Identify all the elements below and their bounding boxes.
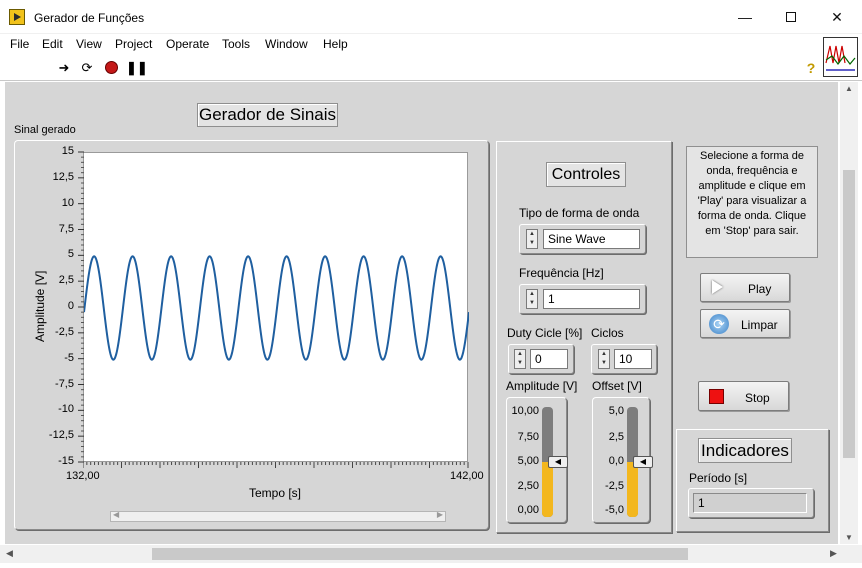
scroll-left-icon[interactable]: ◀: [113, 510, 119, 519]
offset-tick: -5,0: [605, 504, 624, 516]
duty-cycle-input[interactable]: 0: [530, 349, 568, 369]
clear-button-label: Limpar: [741, 318, 778, 332]
abort-icon[interactable]: [103, 60, 119, 76]
offset-tick: 2,5: [608, 431, 624, 443]
amplitude-tick: 10,00: [511, 405, 539, 417]
offset-tick: -2,5: [605, 480, 624, 492]
x-axis-label: Tempo [s]: [249, 486, 302, 500]
indicators-title: Indicadores: [698, 438, 792, 463]
duty-cycle-label: Duty Cicle [%]: [507, 326, 583, 340]
menu-operate[interactable]: Operate: [166, 37, 209, 51]
menu-file[interactable]: File: [10, 37, 29, 51]
scroll-right-icon[interactable]: ▶: [830, 548, 837, 559]
y-tick-label: -15: [58, 455, 74, 467]
y-tick-label: -5: [64, 351, 74, 364]
sine-trace: [83, 255, 470, 361]
period-label: Período [s]: [689, 471, 748, 485]
minimize-button[interactable]: —: [722, 0, 768, 34]
labview-app-icon: [9, 9, 25, 25]
close-button[interactable]: ✕: [814, 0, 860, 34]
waveform-spinner[interactable]: ▲ ▼: [526, 229, 538, 249]
offset-tick: 5,0: [608, 405, 624, 417]
help-icon[interactable]: ?: [803, 60, 819, 76]
refresh-icon: ⟳: [709, 314, 729, 334]
scroll-left-icon[interactable]: ◀: [6, 548, 13, 559]
y-tick-label: -12,5: [48, 429, 74, 442]
y-tick-label: -7,5: [55, 377, 74, 390]
amplitude-tick: 7,50: [517, 431, 539, 443]
cycles-input[interactable]: 10: [614, 349, 652, 369]
x-axis-ticks: [83, 462, 469, 468]
scroll-up-icon[interactable]: ▲: [845, 84, 853, 93]
offset-slider-handle[interactable]: ◀: [633, 456, 653, 468]
frequency-spinner[interactable]: ▲ ▼: [526, 289, 538, 309]
amplitude-label: Amplitude [V]: [506, 379, 578, 393]
vertical-scroll-thumb[interactable]: [843, 170, 855, 458]
y-tick-label: 10: [61, 196, 74, 209]
clear-button[interactable]: ⟳ Limpar: [700, 309, 790, 338]
menu-project[interactable]: Project: [115, 37, 152, 51]
y-tick-label: -10: [58, 403, 74, 416]
amplitude-tick: 5,00: [517, 455, 539, 467]
offset-label: Offset [V]: [592, 379, 642, 393]
vi-icon: [823, 37, 858, 77]
main-title: Gerador de Sinais: [197, 103, 338, 127]
close-icon: ✕: [831, 8, 843, 25]
amplitude-slider-handle[interactable]: ◀: [548, 456, 568, 468]
instructions-text: Selecione a forma de onda, frequência e …: [686, 146, 818, 258]
minimize-icon: —: [738, 9, 752, 25]
plot-svg: [83, 255, 470, 361]
amplitude-tick: 2,50: [517, 480, 539, 492]
maximize-button[interactable]: [768, 0, 814, 34]
menu-window[interactable]: Window: [265, 37, 308, 51]
offset-tick: 0,0: [608, 455, 624, 467]
pause-icon[interactable]: ❚❚: [126, 60, 148, 76]
amplitude-tick: 0,00: [517, 504, 539, 516]
period-value: 1: [693, 493, 807, 513]
stop-button[interactable]: Stop: [698, 381, 789, 411]
y-axis-label: Amplitude [V]: [33, 270, 47, 342]
scroll-right-icon[interactable]: ▶: [437, 510, 443, 519]
y-axis-ticks: [78, 151, 84, 463]
maximize-icon: [786, 12, 796, 22]
menu-bar: File Edit View Project Operate Tools Win…: [0, 34, 862, 54]
y-tick-label: 5: [67, 248, 74, 261]
title-bar: Gerador de Funções — ✕: [0, 0, 862, 34]
controls-title: Controles: [546, 162, 626, 187]
stop-button-label: Stop: [745, 391, 770, 405]
cycles-spinner[interactable]: ▲ ▼: [598, 349, 610, 369]
scroll-down-icon[interactable]: ▼: [845, 533, 853, 542]
menu-tools[interactable]: Tools: [222, 37, 250, 51]
y-tick-label: 15: [61, 145, 74, 157]
x-tick-label: 132,00: [66, 470, 100, 482]
frequency-label: Frequência [Hz]: [519, 266, 604, 280]
graph-scrollbar[interactable]: ◀ ▶: [110, 510, 446, 522]
menu-help[interactable]: Help: [323, 37, 348, 51]
horizontal-scroll-thumb[interactable]: [152, 548, 688, 560]
duty-cycle-spinner[interactable]: ▲ ▼: [514, 349, 526, 369]
offset-fill: [627, 462, 638, 517]
stop-icon: [709, 389, 724, 404]
y-tick-label: 7,5: [58, 222, 74, 235]
x-tick-label: 142,00: [450, 470, 484, 482]
amplitude-fill: [542, 462, 553, 517]
play-button-label: Play: [748, 282, 772, 296]
play-button[interactable]: Play: [700, 273, 790, 302]
waveform-select[interactable]: Sine Wave: [543, 229, 640, 249]
y-tick-label: 12,5: [52, 170, 74, 183]
play-icon: [712, 280, 723, 294]
cycles-label: Ciclos: [591, 326, 624, 340]
frequency-input[interactable]: 1: [543, 289, 640, 309]
plot-area: [83, 152, 470, 462]
toolbar: ➜ ⟳ ❚❚ ?: [0, 54, 862, 81]
waveform-label: Tipo de forma de onda: [519, 206, 640, 220]
